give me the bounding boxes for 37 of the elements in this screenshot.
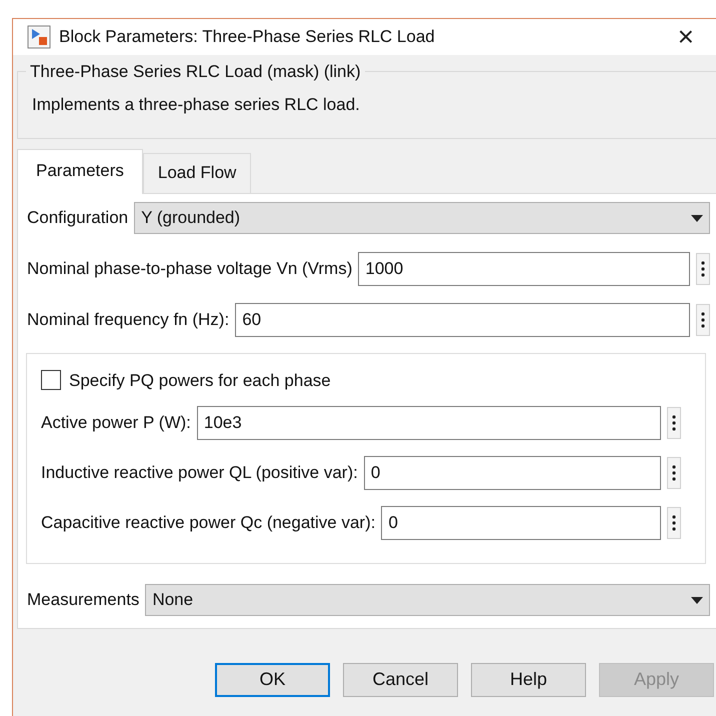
close-button[interactable]: × xyxy=(674,23,698,51)
tab[interactable]: Parameters xyxy=(17,149,143,194)
more-icon xyxy=(672,515,676,531)
input-field[interactable]: 0 xyxy=(381,506,661,540)
more-icon xyxy=(672,465,676,481)
block-icon xyxy=(27,25,51,49)
more-options-button[interactable] xyxy=(696,252,710,284)
dropdown[interactable]: Y (grounded) xyxy=(134,202,710,234)
checkbox-label: Specify PQ powers for each phase xyxy=(69,370,331,392)
more-icon xyxy=(701,260,705,276)
tab[interactable]: Load Flow xyxy=(142,153,252,192)
input-field[interactable]: 60 xyxy=(235,302,690,336)
dialog-button[interactable]: Help xyxy=(471,662,586,696)
input-field[interactable]: 0 xyxy=(364,456,661,490)
description-text: Implements a three-phase series RLC load. xyxy=(32,94,361,116)
dialog-button[interactable]: OK xyxy=(215,662,330,696)
caret-icon xyxy=(691,597,703,604)
more-icon xyxy=(672,415,676,431)
more-options-button[interactable] xyxy=(667,407,681,439)
field-label: Capacitive reactive power Qc (negative var): xyxy=(41,512,376,534)
field-label: Nominal frequency fn (Hz): xyxy=(27,308,230,331)
more-options-button[interactable] xyxy=(696,304,710,336)
more-options-button[interactable] xyxy=(667,507,681,539)
checkbox[interactable] xyxy=(41,370,61,390)
field-label: Inductive reactive power QL (positive var): xyxy=(41,462,358,484)
field-label: Nominal phase-to-phase voltage Vn (Vrms) xyxy=(27,258,352,280)
window-title: Block Parameters: Three-Phase Series RLC Load xyxy=(59,26,435,48)
input-field[interactable]: 1000 xyxy=(358,252,690,286)
more-icon xyxy=(701,312,705,328)
dialog-button[interactable]: Cancel xyxy=(343,662,458,696)
caret-icon xyxy=(691,214,703,222)
field-label: Active power P (W): xyxy=(41,412,191,434)
field-label: Configuration xyxy=(27,206,128,229)
dropdown[interactable]: None xyxy=(145,584,710,616)
input-field[interactable]: 10e3 xyxy=(196,406,661,440)
more-options-button[interactable] xyxy=(667,457,681,489)
field-label: Measurements xyxy=(27,589,140,612)
